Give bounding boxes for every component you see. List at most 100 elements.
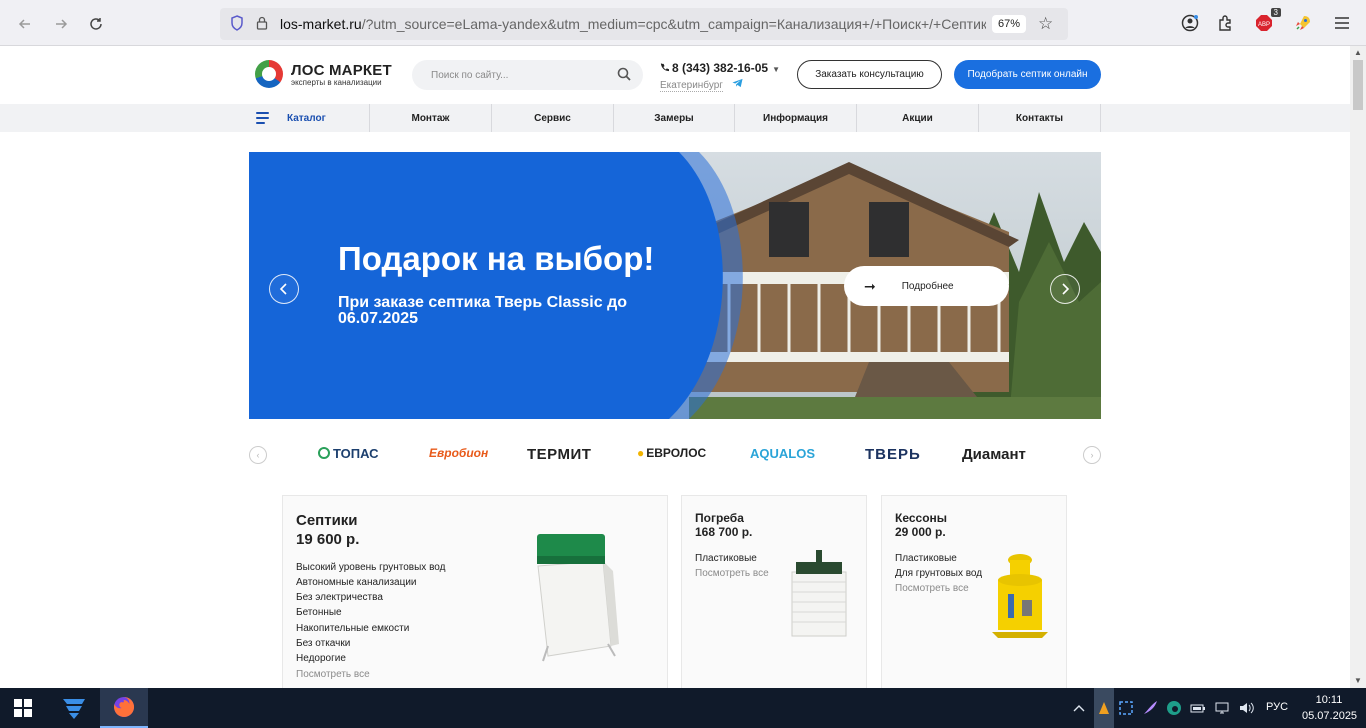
banner-next-button[interactable] — [1050, 274, 1080, 304]
menu-item-service[interactable]: Сервис — [492, 104, 614, 132]
brand-termit[interactable]: ТЕРМИТ — [527, 446, 591, 463]
search-icon[interactable] — [617, 67, 631, 81]
category-card-caisson[interactable]: Кессоны 29 000 р. Пластиковые Для грунто… — [881, 495, 1067, 688]
tray-expand-icon[interactable] — [1071, 700, 1087, 716]
logo-mark-icon — [255, 60, 283, 88]
battery-icon[interactable] — [1190, 700, 1206, 716]
brands-prev-button[interactable]: ‹ — [249, 446, 267, 464]
category-link[interactable]: Пластиковые — [695, 553, 757, 564]
brand-tver[interactable]: ТВЕРЬ — [865, 446, 921, 463]
brand-aqualos[interactable]: AQUALOS — [750, 446, 815, 461]
burger-menu-icon[interactable] — [249, 104, 287, 132]
adblock-icon[interactable]: ABP 3 — [1253, 8, 1281, 34]
category-link[interactable]: Без электричества — [296, 592, 383, 603]
logo-subtitle: эксперты в канализации — [291, 77, 382, 87]
view-all-link[interactable]: Посмотреть все — [895, 583, 969, 594]
telegram-icon[interactable] — [732, 78, 743, 91]
scroll-thumb[interactable] — [1353, 60, 1363, 110]
site-header: ЛОС МАРКЕТ эксперты в канализации 8 (343… — [0, 46, 1350, 104]
extensions-icon[interactable] — [1215, 12, 1237, 34]
zoom-level[interactable]: 67% — [992, 15, 1027, 33]
promo-banner[interactable]: Подарок на выбор! При заказе септика Тве… — [249, 152, 1101, 419]
account-icon[interactable] — [1179, 12, 1201, 34]
menu-item-promotions[interactable]: Акции — [857, 104, 979, 132]
rocket-extension-icon[interactable] — [1292, 12, 1314, 34]
card-title[interactable]: Погреба — [695, 511, 744, 525]
category-link[interactable]: Для грунтовых вод — [895, 568, 982, 579]
topas-logo-icon — [318, 447, 330, 459]
edge-app-icon[interactable] — [1166, 700, 1182, 716]
site-logo[interactable]: ЛОС МАРКЕТ эксперты в канализации — [255, 60, 392, 88]
menu-item-catalog[interactable]: Каталог — [287, 104, 370, 132]
address-bar[interactable]: los-market.ru/?utm_source=eLama-yandex&u… — [220, 8, 1068, 40]
input-language[interactable]: РУС — [1266, 701, 1288, 713]
url-text[interactable]: los-market.ru/?utm_source=eLama-yandex&u… — [280, 16, 986, 32]
category-link[interactable]: Высокий уровень грунтовых вод — [296, 562, 445, 573]
septic-tank-image — [537, 534, 619, 662]
view-all-link[interactable]: Посмотреть все — [296, 669, 370, 680]
scroll-up-icon[interactable]: ▲ — [1354, 48, 1362, 57]
clock[interactable]: 10:11 05.07.2025 — [1302, 692, 1358, 724]
card-price: 29 000 р. — [895, 525, 946, 539]
banner-more-label: Подробнее — [901, 280, 954, 292]
shield-icon[interactable] — [230, 14, 248, 34]
volume-icon[interactable] — [1238, 700, 1254, 716]
banner-prev-button[interactable] — [269, 274, 299, 304]
consultation-button[interactable]: Заказать консультацию — [797, 60, 942, 89]
card-title[interactable]: Септики — [296, 512, 358, 529]
arrow-right-icon — [56, 19, 68, 29]
category-link[interactable]: Недорогие — [296, 653, 346, 664]
phone-icon — [660, 63, 669, 72]
card-price: 168 700 р. — [695, 525, 753, 539]
menu-item-measurements[interactable]: Замеры — [614, 104, 735, 132]
screenshot-tool-icon[interactable] — [1118, 700, 1134, 716]
phone-number[interactable]: 8 (343) 382-16-05 ▼ — [660, 61, 780, 75]
brand-topas[interactable]: ТОПАС — [318, 446, 379, 461]
windows-start-icon[interactable] — [14, 699, 32, 717]
menu-item-information[interactable]: Информация — [735, 104, 857, 132]
taskbar-app-firefox[interactable] — [100, 688, 148, 728]
chevron-down-icon[interactable]: ▼ — [772, 65, 780, 74]
hamburger-menu-icon[interactable] — [1331, 12, 1353, 34]
brand-evrolos-label: ЕВРОЛОС — [646, 446, 707, 460]
feather-app-icon[interactable] — [1142, 700, 1158, 716]
card-price: 19 600 р. — [296, 531, 360, 548]
tray-app-icon[interactable] — [1094, 688, 1114, 728]
caisson-image — [992, 554, 1048, 638]
scroll-down-icon[interactable]: ▼ — [1354, 676, 1362, 685]
category-link[interactable]: Накопительные емкости — [296, 623, 409, 634]
search-input[interactable] — [431, 69, 611, 81]
category-card-cellar[interactable]: Погреба 168 700 р. Пластиковые Посмотрет… — [681, 495, 867, 688]
brand-eurobion[interactable]: Евробион — [429, 446, 488, 460]
card-title[interactable]: Кессоны — [895, 511, 947, 525]
category-link[interactable]: Без откачки — [296, 638, 350, 649]
category-link[interactable]: Автономные канализации — [296, 577, 417, 588]
web-page: ЛОС МАРКЕТ эксперты в канализации 8 (343… — [0, 46, 1350, 688]
view-all-link[interactable]: Посмотреть все — [695, 568, 769, 579]
brand-diamant[interactable]: Диамант — [962, 446, 1026, 463]
clock-date: 05.07.2025 — [1302, 710, 1358, 722]
category-link[interactable]: Бетонные — [296, 607, 342, 618]
forward-button[interactable] — [50, 13, 72, 35]
menu-item-contacts[interactable]: Контакты — [979, 104, 1101, 132]
network-icon[interactable] — [1214, 700, 1230, 716]
chevron-right-icon — [1062, 283, 1070, 295]
brand-evrolos[interactable]: ● ЕВРОЛОС — [637, 446, 706, 460]
reload-button[interactable] — [85, 13, 107, 35]
page-scrollbar[interactable]: ▲ ▼ — [1350, 46, 1366, 688]
category-card-septic[interactable]: Септики 19 600 р. Высокий уровень грунто… — [282, 495, 668, 688]
brands-next-button[interactable]: › — [1083, 446, 1101, 464]
menu-item-installation[interactable]: Монтаж — [370, 104, 492, 132]
septic-selector-button[interactable]: Подобрать септик онлайн — [954, 60, 1101, 89]
taskbar-app-editor[interactable] — [50, 688, 98, 728]
logo-text: ЛОС МАРКЕТ эксперты в канализации — [291, 62, 392, 87]
category-link[interactable]: Пластиковые — [895, 553, 957, 564]
cellar-image — [791, 550, 847, 637]
firefox-icon — [114, 696, 135, 717]
back-button[interactable] — [14, 13, 36, 35]
bookmark-star-icon[interactable]: ☆ — [1038, 14, 1053, 34]
lock-icon[interactable] — [256, 16, 270, 33]
city-selector[interactable]: Екатеринбург — [660, 78, 743, 92]
banner-more-button[interactable]: ➞ Подробнее — [844, 266, 1009, 306]
app-logo-icon — [63, 699, 85, 719]
